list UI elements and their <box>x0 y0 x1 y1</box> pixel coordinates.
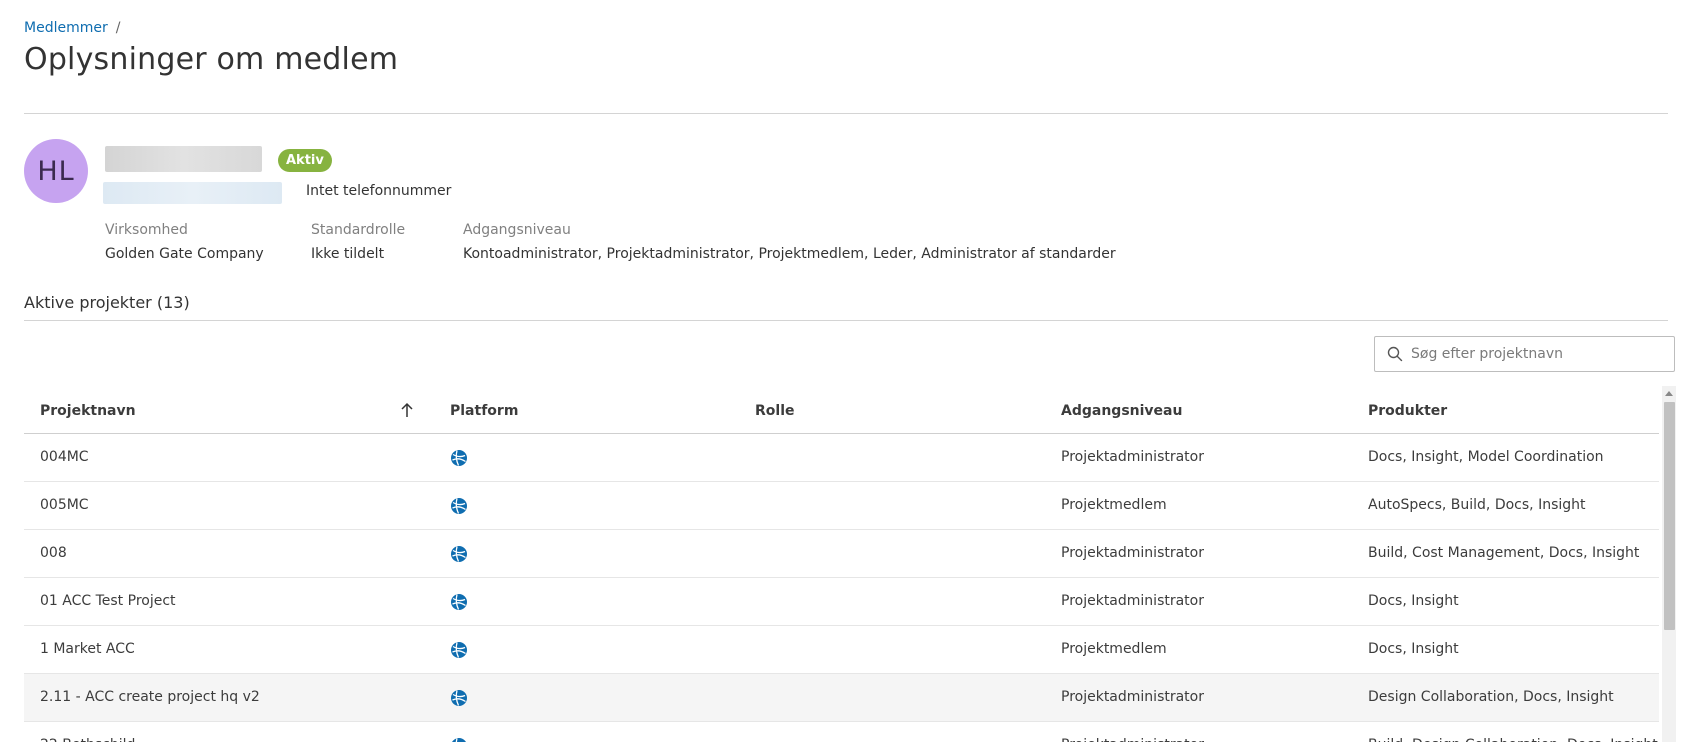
table-body: 004MC Projektadministrator Docs, Insight, … <box>24 434 1659 742</box>
access-level-value: Kontoadministrator, Projektadministrator… <box>463 246 1116 262</box>
access-level-cell: Projektadministrator <box>1061 737 1204 742</box>
projects-table: Projektnavn Platform Rolle Adgangsniveau… <box>24 388 1659 742</box>
access-level-cell: Projektadministrator <box>1061 689 1204 705</box>
avatar: HL <box>24 139 88 203</box>
project-search[interactable] <box>1374 336 1675 372</box>
access-level-label: Adgangsniveau <box>463 222 571 238</box>
project-name-cell[interactable]: 22 Bethschild <box>40 737 135 742</box>
company-label: Virksomhed <box>105 222 188 238</box>
header-access-level[interactable]: Adgangsniveau <box>1061 403 1182 419</box>
products-cell: Docs, Insight <box>1368 641 1459 657</box>
company-info: Virksomhed Golden Gate Company <box>105 222 264 262</box>
products-cell: Design Collaboration, Docs, Insight <box>1368 689 1614 705</box>
globe-icon <box>450 737 468 742</box>
globe-icon <box>450 641 468 659</box>
table-row[interactable]: 005MC Projektmedlem AutoSpecs, Build, Docs… <box>24 482 1659 530</box>
header-role[interactable]: Rolle <box>755 403 795 419</box>
default-role-value: Ikke tildelt <box>311 246 385 262</box>
header-divider <box>24 113 1668 114</box>
access-level-cell: Projektmedlem <box>1061 641 1167 657</box>
page-title: Oplysninger om medlem <box>24 42 399 77</box>
search-icon <box>1387 346 1403 362</box>
project-name-cell[interactable]: 004MC <box>40 449 89 465</box>
access-level-info: Adgangsniveau Kontoadministrator, Projek… <box>463 222 1116 262</box>
company-value: Golden Gate Company <box>105 246 264 262</box>
globe-icon <box>450 545 468 563</box>
active-projects-title: Aktive projekter (13) <box>24 293 190 312</box>
project-name-cell[interactable]: 005MC <box>40 497 89 513</box>
status-badge: Aktiv <box>278 149 332 172</box>
breadcrumb-separator: / <box>115 20 121 36</box>
access-level-cell: Projektadministrator <box>1061 545 1204 561</box>
scroll-up-arrow-icon[interactable] <box>1662 386 1676 400</box>
member-name-redacted <box>105 146 262 172</box>
products-cell: AutoSpecs, Build, Docs, Insight <box>1368 497 1586 513</box>
search-input[interactable] <box>1411 346 1661 362</box>
access-level-cell: Projektadministrator <box>1061 449 1204 465</box>
products-cell: Build, Cost Management, Docs, Insight <box>1368 545 1640 561</box>
table-row[interactable]: 1 Market ACC Projektmedlem Docs, Insight <box>24 626 1659 674</box>
table-scrollbar[interactable] <box>1662 386 1676 742</box>
project-name-cell[interactable]: 1 Market ACC <box>40 641 135 657</box>
products-cell: Docs, Insight, Model Coordination <box>1368 449 1604 465</box>
table-row[interactable]: 01 ACC Test Project Projektadministrator D… <box>24 578 1659 626</box>
table-row[interactable]: 004MC Projektadministrator Docs, Insight, … <box>24 434 1659 482</box>
globe-icon <box>450 593 468 611</box>
table-row[interactable]: 008 Projektadministrator Build, Cost Manag… <box>24 530 1659 578</box>
default-role-label: Standardrolle <box>311 222 406 238</box>
member-phone: Intet telefonnummer <box>306 183 452 199</box>
table-row[interactable]: 22 Bethschild Projektadministrator Build, … <box>24 722 1659 742</box>
project-name-cell[interactable]: 2.11 - ACC create project hq v2 <box>40 689 260 705</box>
access-level-cell: Projektadministrator <box>1061 593 1204 609</box>
table-header: Projektnavn Platform Rolle Adgangsniveau… <box>24 388 1659 434</box>
project-name-cell[interactable]: 008 <box>40 545 67 561</box>
section-divider <box>24 320 1668 321</box>
default-role-info: Standardrolle Ikke tildelt <box>311 222 405 262</box>
globe-icon <box>450 449 468 467</box>
products-cell: Build, Design Collaboration, Docs, Insig… <box>1368 737 1658 742</box>
header-project-name[interactable]: Projektnavn <box>40 403 136 419</box>
project-name-cell[interactable]: 01 ACC Test Project <box>40 593 176 609</box>
breadcrumb: Medlemmer / <box>24 20 120 36</box>
member-email-redacted <box>103 182 282 204</box>
breadcrumb-members-link[interactable]: Medlemmer <box>24 20 108 36</box>
globe-icon <box>450 497 468 515</box>
header-products[interactable]: Produkter <box>1368 403 1447 419</box>
sort-ascending-icon[interactable] <box>399 400 415 420</box>
globe-icon <box>450 689 468 707</box>
header-platform[interactable]: Platform <box>450 403 518 419</box>
table-row[interactable]: 2.11 - ACC create project hq v2 Projektad… <box>24 674 1659 722</box>
access-level-cell: Projektmedlem <box>1061 497 1167 513</box>
products-cell: Docs, Insight <box>1368 593 1459 609</box>
scrollbar-thumb[interactable] <box>1664 402 1675 630</box>
